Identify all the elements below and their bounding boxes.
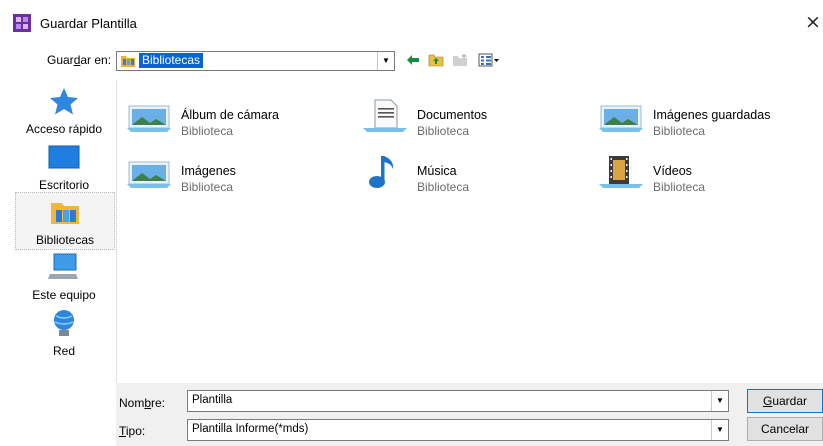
save-button[interactable]: Guardar [747,389,823,413]
computer-icon [48,253,78,279]
file-list[interactable]: Álbum de cámara Biblioteca Documentos Bi… [116,80,823,382]
video-filmstrip-icon [599,156,643,188]
dropdown-arrow-icon[interactable]: ▼ [711,420,728,440]
picture-library-icon [127,105,171,132]
list-item-documentos[interactable]: Documentos Biblioteca [357,92,587,138]
window-title: Guardar Plantilla [40,16,137,31]
place-this-pc[interactable]: Este equipo [15,248,113,304]
file-type-select[interactable]: Plantilla Informe(*mds) ▼ [187,419,729,441]
save-in-combo[interactable]: Bibliotecas ▼ [116,51,395,71]
libraries-folder-icon [121,56,135,67]
dropdown-arrow-icon[interactable]: ▼ [711,391,728,411]
places-bar: Acceso rápido Escritorio Bibliotecas Est… [15,80,115,446]
dropdown-arrow-icon[interactable]: ▼ [377,52,394,70]
save-in-label: Guardar en: [47,53,112,67]
view-menu-icon[interactable] [478,52,500,68]
place-quick-access[interactable]: Acceso rápido [15,82,113,138]
network-icon [54,310,74,336]
list-item-videos[interactable]: Vídeos Biblioteca [593,148,823,194]
list-item-imagenes[interactable]: Imágenes Biblioteca [121,148,351,194]
app-icon [13,14,31,32]
up-folder-icon[interactable] [428,52,444,68]
type-label: Tipo: [119,424,146,438]
file-name-value: Plantilla [192,394,233,406]
list-item-imagenes-guardadas[interactable]: Imágenes guardadas Biblioteca [593,92,823,138]
picture-library-icon [599,105,643,132]
place-network[interactable]: Red [15,304,113,360]
name-label: Nombre: [119,396,166,410]
desktop-icon [48,145,80,169]
star-icon [50,88,78,115]
place-libraries[interactable]: Bibliotecas [15,192,115,250]
document-library-icon [363,99,407,132]
picture-library-icon [127,161,171,188]
music-note-icon [369,156,394,188]
new-folder-icon[interactable] [452,52,468,68]
libraries-icon [51,203,79,224]
cancel-button[interactable]: Cancelar [747,417,823,441]
file-type-value: Plantilla Informe(*mds) [192,423,309,435]
file-name-field[interactable]: Plantilla ▼ [187,390,729,412]
back-arrow-icon[interactable] [405,52,421,68]
save-in-value: Bibliotecas [139,53,204,68]
close-button[interactable]: × [804,11,822,33]
list-item-album-camara[interactable]: Álbum de cámara Biblioteca [121,92,351,138]
bottom-panel: Nombre: Plantilla ▼ Guardar Tipo: Planti… [116,383,823,446]
place-desktop[interactable]: Escritorio [15,138,113,194]
list-item-musica[interactable]: Música Biblioteca [357,148,587,194]
